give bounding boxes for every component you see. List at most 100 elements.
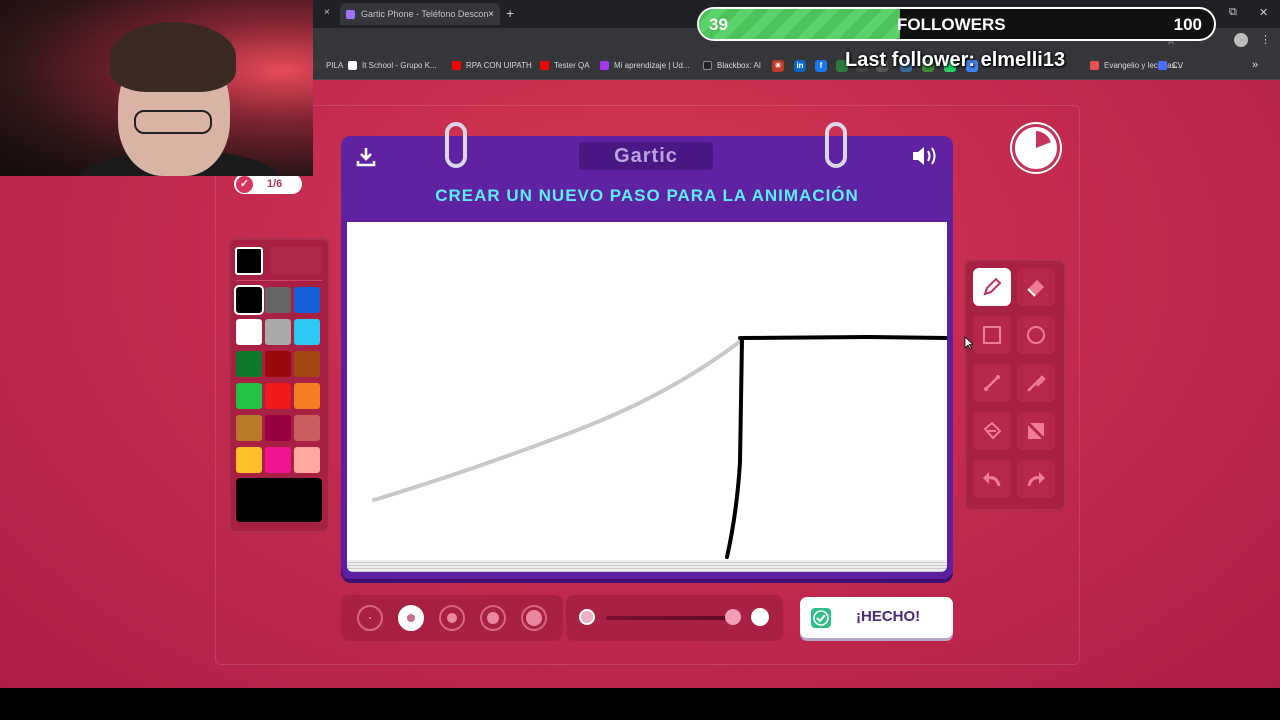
bookmark-item[interactable]: CV (1158, 61, 1183, 70)
brush-size-4[interactable] (480, 605, 506, 631)
bookmark-item[interactable]: Mi aprendizaje | Ud... (600, 61, 689, 70)
bookmark-item[interactable]: PILA (312, 61, 343, 70)
rectangle-tool-button[interactable] (973, 316, 1011, 354)
color-swatch[interactable] (294, 447, 320, 473)
browser-menu-icon[interactable]: ⋮ (1260, 33, 1271, 46)
bookmark-item[interactable]: RPA CON UIPATH (452, 61, 532, 70)
clear-tool-button[interactable] (1017, 412, 1055, 450)
done-button[interactable]: ¡HECHO! (800, 597, 953, 638)
opacity-max-icon (751, 608, 769, 626)
color-swatch[interactable] (265, 351, 291, 377)
round-badge: ✓ 1/6 (234, 174, 302, 194)
bookmark-icon[interactable]: ✳ (772, 60, 784, 72)
palette-divider (236, 280, 322, 281)
check-icon: ✓ (236, 175, 253, 193)
eraser-tool-button[interactable] (1017, 268, 1055, 306)
udemy-favicon-icon (600, 61, 609, 70)
color-swatch[interactable] (294, 287, 320, 313)
bookmark-label: Blackbox: AI (717, 61, 762, 70)
follower-progress-fill (699, 9, 900, 39)
bookmark-favicon-icon (1158, 61, 1167, 70)
bookmark-favicon-icon (312, 61, 321, 70)
done-check-icon (811, 608, 831, 628)
current-color-indicator (235, 247, 263, 275)
followers-goal: 100 (1173, 15, 1202, 34)
line-tool-button[interactable] (973, 364, 1011, 402)
stroke-black-top (738, 334, 947, 340)
screen: × Gartic Phone - Teléfono Descon × + — ⧉… (0, 0, 1280, 720)
eraser-icon (1027, 280, 1044, 297)
maximize-button[interactable]: ⧉ (1229, 6, 1237, 19)
brush-size-1[interactable] (357, 605, 383, 631)
ellipse-icon (1027, 326, 1045, 344)
drawing-canvas[interactable] (347, 222, 947, 560)
bookmark-item[interactable]: It School - Grupo K... (348, 61, 437, 70)
brush-size-3[interactable] (439, 605, 465, 631)
color-swatch[interactable] (236, 415, 262, 441)
download-icon[interactable] (355, 146, 377, 168)
undo-icon (983, 472, 1001, 487)
color-swatch[interactable] (294, 319, 320, 345)
notebook-ring-left (445, 122, 467, 168)
followers-label: FOLLOWERS (897, 15, 1006, 34)
rectangle-icon (983, 326, 1001, 344)
new-tab-button[interactable]: + (506, 5, 514, 21)
color-swatch[interactable] (294, 351, 320, 377)
streamer-hair (110, 22, 236, 92)
pencil-icon (983, 277, 1002, 296)
facebook-icon[interactable]: f (815, 60, 827, 72)
volume-icon[interactable] (911, 144, 939, 168)
pencil-tool-button[interactable] (973, 268, 1011, 306)
color-swatch[interactable] (236, 447, 262, 473)
redo-tool-button[interactable] (1017, 460, 1055, 498)
timer-icon (1012, 124, 1060, 172)
brush-size-5[interactable] (521, 605, 547, 631)
color-swatch[interactable] (236, 287, 262, 313)
clear-icon (1025, 420, 1047, 442)
color-swatch[interactable] (294, 415, 320, 441)
opacity-slider[interactable] (566, 595, 783, 641)
linkedin-icon[interactable]: in (794, 60, 806, 72)
bookmark-label: Tester QA (554, 61, 590, 70)
brush-size-2[interactable] (398, 605, 424, 631)
webcam-overlay (0, 0, 313, 176)
close-window-button[interactable]: ✕ (1259, 6, 1268, 19)
bookmark-favicon-icon (348, 61, 357, 70)
round-counter: 1/6 (267, 178, 283, 190)
fill-tool-button[interactable] (973, 412, 1011, 450)
bookmark-item[interactable]: Blackbox: AI (703, 61, 761, 70)
custom-color-picker[interactable] (236, 478, 322, 522)
stroke-gray-line (372, 338, 744, 502)
ellipse-tool-button[interactable] (1017, 316, 1055, 354)
bookmark-item[interactable]: Tester QA (540, 61, 590, 70)
color-swatch[interactable] (265, 383, 291, 409)
bookmark-label: It School - Grupo K... (362, 61, 437, 70)
bookmark-label: CV (1172, 61, 1184, 70)
redo-icon (1027, 472, 1045, 487)
undo-tool-button[interactable] (973, 460, 1011, 498)
color-swatch[interactable] (265, 287, 291, 313)
color-swatch[interactable] (265, 415, 291, 441)
color-swatch[interactable] (294, 383, 320, 409)
eyedropper-tool-button[interactable] (1017, 364, 1055, 402)
profile-avatar[interactable] (1234, 33, 1248, 47)
bookmarks-overflow-button[interactable]: » (1252, 59, 1258, 71)
color-swatch[interactable] (265, 447, 291, 473)
color-swatch[interactable] (236, 351, 262, 377)
prev-tab-close-icon[interactable]: × (324, 7, 330, 18)
youtube-favicon-icon (540, 61, 549, 70)
color-palette (228, 238, 330, 533)
tab-gartic-phone[interactable]: Gartic Phone - Teléfono Descon × (340, 3, 500, 25)
opacity-track[interactable] (606, 616, 736, 620)
color-swatch[interactable] (236, 319, 262, 345)
canvas-drawing (372, 334, 947, 559)
color-swatch[interactable] (265, 319, 291, 345)
bookmark-label: Mi aprendizaje | Ud... (614, 61, 690, 70)
streamer-glasses (134, 110, 212, 134)
opacity-slider-handle[interactable] (725, 609, 741, 625)
color-swatch[interactable] (236, 383, 262, 409)
step-instruction: CREAR UN NUEVO PASO PARA LA ANIMACIÓN (435, 186, 859, 205)
last-follower-text: Last follower: elmelli13 (845, 49, 1066, 71)
tab-close-icon[interactable]: × (488, 9, 494, 20)
follower-goal-bar: 39 FOLLOWERS 100 (697, 7, 1216, 41)
